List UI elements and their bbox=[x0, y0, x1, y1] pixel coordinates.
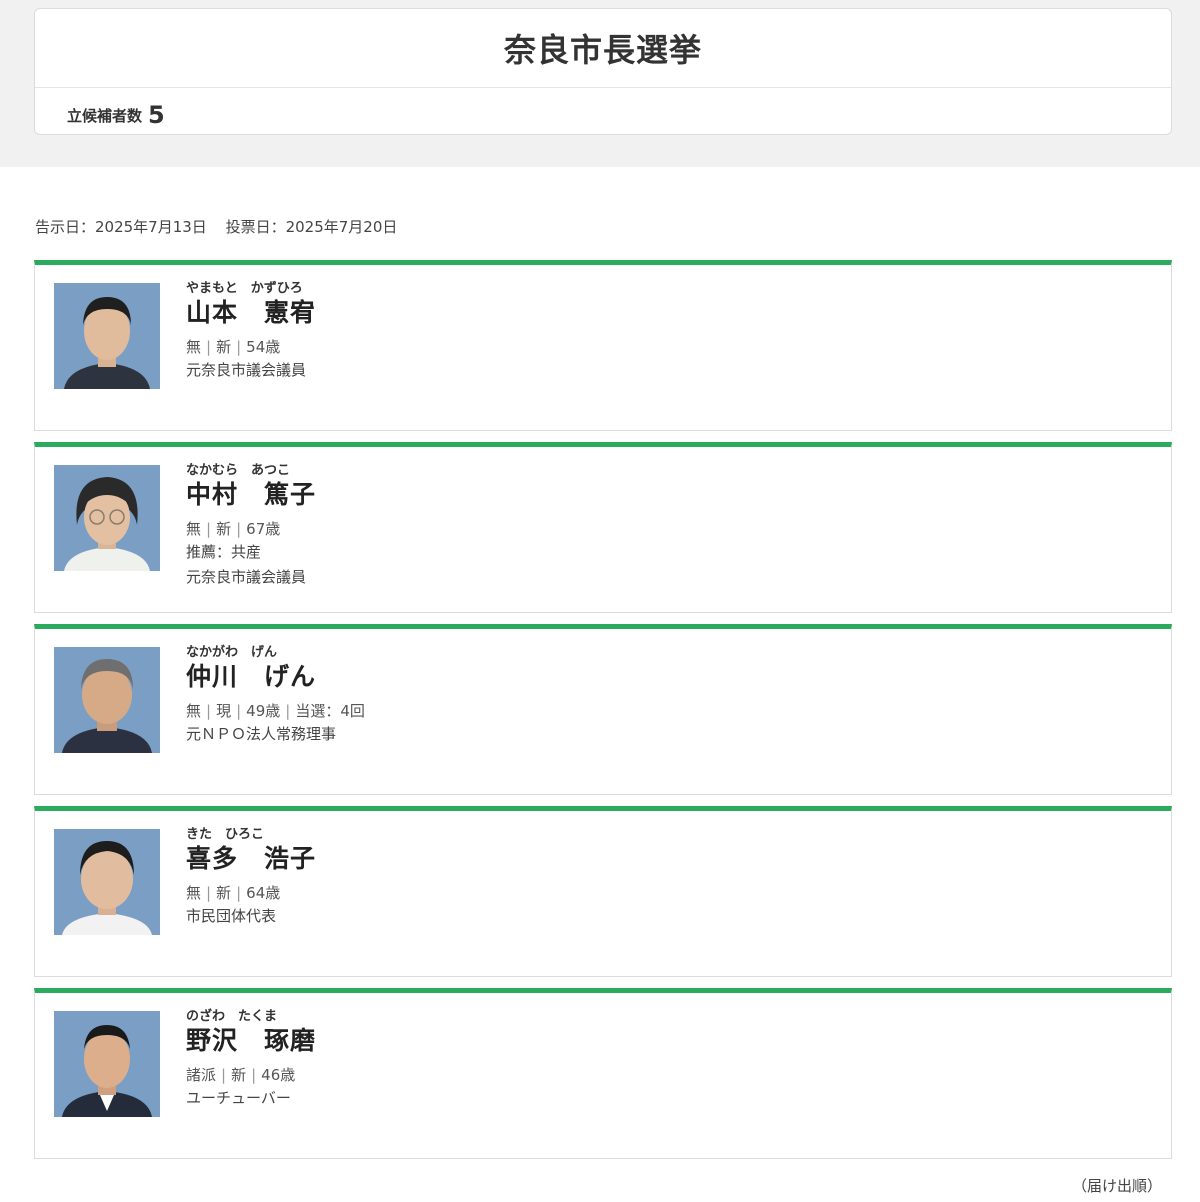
candidate-kana: きた ひろこ bbox=[186, 827, 265, 842]
candidate-kana: なかむら あつこ bbox=[186, 463, 291, 478]
candidate-card[interactable]: なかがわ げん 仲川 げん 無 | 現 | 49歳 | 当選：4回 元ＮＰＯ法人常務理事 bbox=[34, 624, 1172, 795]
candidate-age: 54歳 bbox=[246, 338, 281, 356]
candidate-career: 元奈良市議会議員 bbox=[186, 361, 307, 379]
candidate-photo bbox=[54, 829, 160, 935]
candidate-career: 元奈良市議会議員 bbox=[186, 568, 307, 586]
candidate-status: 新 bbox=[216, 338, 232, 356]
candidate-meta: 無 | 現 | 49歳 | 当選：4回 bbox=[186, 702, 365, 720]
candidate-party: 諸派 bbox=[186, 1066, 217, 1084]
candidate-meta: 無 | 新 | 64歳 bbox=[186, 884, 281, 902]
page-title: 奈良市長選挙 bbox=[503, 31, 702, 69]
candidate-photo bbox=[54, 283, 160, 389]
candidate-name: 喜多 浩子 bbox=[186, 844, 317, 873]
candidate-party: 無 bbox=[186, 884, 202, 902]
candidate-count-value: 5 bbox=[148, 101, 165, 129]
candidate-elected-count: 当選：4回 bbox=[295, 702, 365, 720]
candidate-card[interactable]: きた ひろこ 喜多 浩子 無 | 新 | 64歳 市民団体代表 bbox=[34, 806, 1172, 977]
candidate-photo bbox=[54, 465, 160, 571]
notice-date: 告示日：2025年7月13日 bbox=[35, 218, 207, 236]
candidate-meta: 無 | 新 | 54歳 bbox=[186, 338, 281, 356]
voting-date: 投票日：2025年7月20日 bbox=[225, 218, 398, 236]
candidate-status: 現 bbox=[216, 702, 232, 720]
candidate-status: 新 bbox=[216, 520, 232, 538]
candidate-kana: なかがわ げん bbox=[186, 645, 278, 660]
candidate-kana: やまもと かずひろ bbox=[186, 281, 303, 296]
candidate-age: 46歳 bbox=[261, 1066, 296, 1084]
candidate-status: 新 bbox=[216, 884, 232, 902]
candidate-career: ユーチューバー bbox=[186, 1089, 291, 1107]
candidate-kana: のざわ たくま bbox=[186, 1009, 278, 1024]
candidate-photo bbox=[54, 647, 160, 753]
candidate-name: 仲川 げん bbox=[186, 662, 317, 691]
candidate-age: 49歳 bbox=[246, 702, 281, 720]
candidate-name: 野沢 琢磨 bbox=[186, 1026, 317, 1055]
election-dates: 告示日：2025年7月13日 投票日：2025年7月20日 bbox=[35, 216, 397, 237]
order-footnote: （届け出順） bbox=[1071, 1177, 1162, 1195]
candidate-career: 元ＮＰＯ法人常務理事 bbox=[186, 725, 337, 743]
candidate-party: 無 bbox=[186, 520, 202, 538]
candidate-endorsement: 推薦：共産 bbox=[186, 543, 262, 561]
candidate-photo bbox=[54, 1011, 160, 1117]
candidate-age: 64歳 bbox=[246, 884, 281, 902]
header-divider bbox=[35, 87, 1171, 88]
candidate-card[interactable]: のざわ たくま 野沢 琢磨 諸派 | 新 | 46歳 ユーチューバー bbox=[34, 988, 1172, 1159]
candidate-meta: 無 | 新 | 67歳 bbox=[186, 520, 281, 538]
candidate-card[interactable]: なかむら あつこ 中村 篤子 無 | 新 | 67歳 推薦：共産 元奈良市議会議員 bbox=[34, 442, 1172, 613]
candidate-status: 新 bbox=[231, 1066, 247, 1084]
candidate-card[interactable]: やまもと かずひろ 山本 憲宥 無 | 新 | 54歳 元奈良市議会議員 bbox=[34, 260, 1172, 431]
candidate-meta: 諸派 | 新 | 46歳 bbox=[186, 1066, 296, 1084]
header-card: 奈良市長選挙 立候補者数 5 bbox=[34, 8, 1172, 135]
candidate-party: 無 bbox=[186, 702, 202, 720]
candidate-count-row: 立候補者数 5 bbox=[67, 93, 165, 137]
candidate-party: 無 bbox=[186, 338, 202, 356]
candidate-name: 山本 憲宥 bbox=[186, 298, 317, 327]
candidate-count-label: 立候補者数 bbox=[67, 106, 143, 125]
candidate-career: 市民団体代表 bbox=[186, 907, 277, 925]
candidate-age: 67歳 bbox=[246, 520, 281, 538]
candidate-name: 中村 篤子 bbox=[186, 480, 317, 509]
